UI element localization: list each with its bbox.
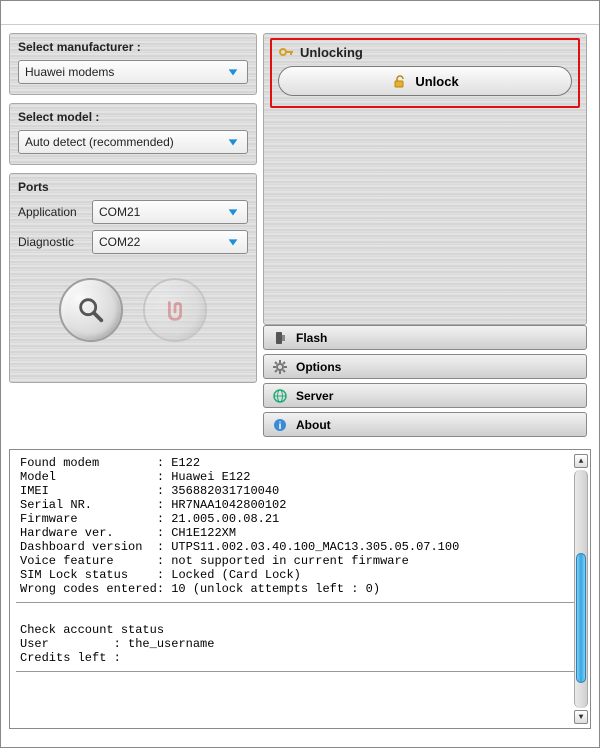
title-bar (1, 1, 599, 25)
log-user-label: User (20, 637, 49, 651)
flash-icon (272, 330, 288, 346)
nav-options[interactable]: Options (263, 354, 587, 379)
nav-about[interactable]: i About (263, 412, 587, 437)
dropdown-arrow-icon (225, 204, 241, 220)
manufacturer-value: Huawei modems (25, 65, 225, 79)
application-port-dropdown[interactable]: COM21 (92, 200, 248, 224)
diagnostic-port-dropdown[interactable]: COM22 (92, 230, 248, 254)
log-hardware-label: Hardware ver. (20, 526, 114, 540)
log-found-modem-label: Found modem (20, 456, 99, 470)
log-model-label: Model (20, 470, 56, 484)
unlocking-panel: Unlocking Unlock (263, 33, 587, 325)
server-icon (272, 388, 288, 404)
unlock-button[interactable]: Unlock (278, 66, 572, 96)
stop-button (143, 278, 207, 342)
log-wrongcodes-label: Wrong codes entered (20, 582, 157, 596)
log-voice-label: Voice feature (20, 554, 114, 568)
scroll-down-arrow[interactable]: ▼ (574, 710, 588, 724)
ports-label: Ports (18, 180, 248, 194)
unlock-highlight: Unlocking Unlock (270, 38, 580, 108)
dropdown-arrow-icon (225, 234, 241, 250)
magnifier-icon (76, 295, 106, 325)
log-imei-value: 356882031710040 (171, 484, 279, 498)
log-dashboard-label: Dashboard version (20, 540, 142, 554)
log-simlock-value: Locked (Card Lock) (171, 568, 301, 582)
log-separator (16, 671, 586, 672)
log-wrongcodes-value: 10 (unlock attempts left : 0) (171, 582, 380, 596)
log-separator (16, 602, 586, 603)
manufacturer-group: Select manufacturer : Huawei modems (9, 33, 257, 95)
log-user-value: the_username (128, 637, 214, 651)
log-hardware-value: CH1E122XM (171, 526, 236, 540)
unlock-button-label: Unlock (415, 74, 458, 89)
unlocking-header: Unlocking (300, 45, 363, 60)
dropdown-arrow-icon (225, 134, 241, 150)
log-scrollbar[interactable]: ▲ ▼ (574, 454, 588, 724)
key-icon (278, 44, 294, 60)
log-panel: Found modem : E122 Model : Huawei E122 I… (9, 449, 591, 729)
nav-flash[interactable]: Flash (263, 325, 587, 350)
gear-icon (272, 359, 288, 375)
nav-about-label: About (296, 418, 331, 432)
application-port-label: Application (18, 205, 92, 219)
manufacturer-label: Select manufacturer : (18, 40, 248, 54)
scroll-thumb[interactable] (576, 553, 586, 683)
log-simlock-label: SIM Lock status (20, 568, 128, 582)
manufacturer-dropdown[interactable]: Huawei modems (18, 60, 248, 84)
log-check-account: Check account status (20, 623, 164, 637)
diagnostic-port-label: Diagnostic (18, 235, 92, 249)
log-dashboard-value: UTPS11.002.03.40.100_MAC13.305.05.07.100 (171, 540, 459, 554)
dropdown-arrow-icon (225, 64, 241, 80)
nav-options-label: Options (296, 360, 341, 374)
log-firmware-label: Firmware (20, 512, 78, 526)
model-label: Select model : (18, 110, 248, 124)
nav-server[interactable]: Server (263, 383, 587, 408)
info-icon: i (272, 417, 288, 433)
model-value: Auto detect (recommended) (25, 135, 225, 149)
padlock-open-icon (391, 73, 407, 89)
log-imei-label: IMEI (20, 484, 49, 498)
search-button[interactable] (59, 278, 123, 342)
diagnostic-port-value: COM22 (99, 235, 225, 249)
log-credits-label: Credits left (20, 651, 106, 665)
log-model-value: Huawei E122 (171, 470, 250, 484)
model-dropdown[interactable]: Auto detect (recommended) (18, 130, 248, 154)
log-found-modem-value: E122 (171, 456, 200, 470)
log-firmware-value: 21.005.00.08.21 (171, 512, 279, 526)
model-group: Select model : Auto detect (recommended) (9, 103, 257, 165)
scroll-up-arrow[interactable]: ▲ (574, 454, 588, 468)
log-voice-value: not supported in current firmware (171, 554, 409, 568)
log-serial-value: HR7NAA1042800102 (171, 498, 286, 512)
nav-flash-label: Flash (296, 331, 327, 345)
nav-server-label: Server (296, 389, 333, 403)
ports-group: Ports Application COM21 Diagnostic COM22 (9, 173, 257, 383)
svg-text:i: i (279, 421, 282, 432)
application-port-value: COM21 (99, 205, 225, 219)
stop-hand-icon (160, 295, 190, 325)
log-serial-label: Serial NR. (20, 498, 92, 512)
scroll-track[interactable] (574, 470, 588, 708)
